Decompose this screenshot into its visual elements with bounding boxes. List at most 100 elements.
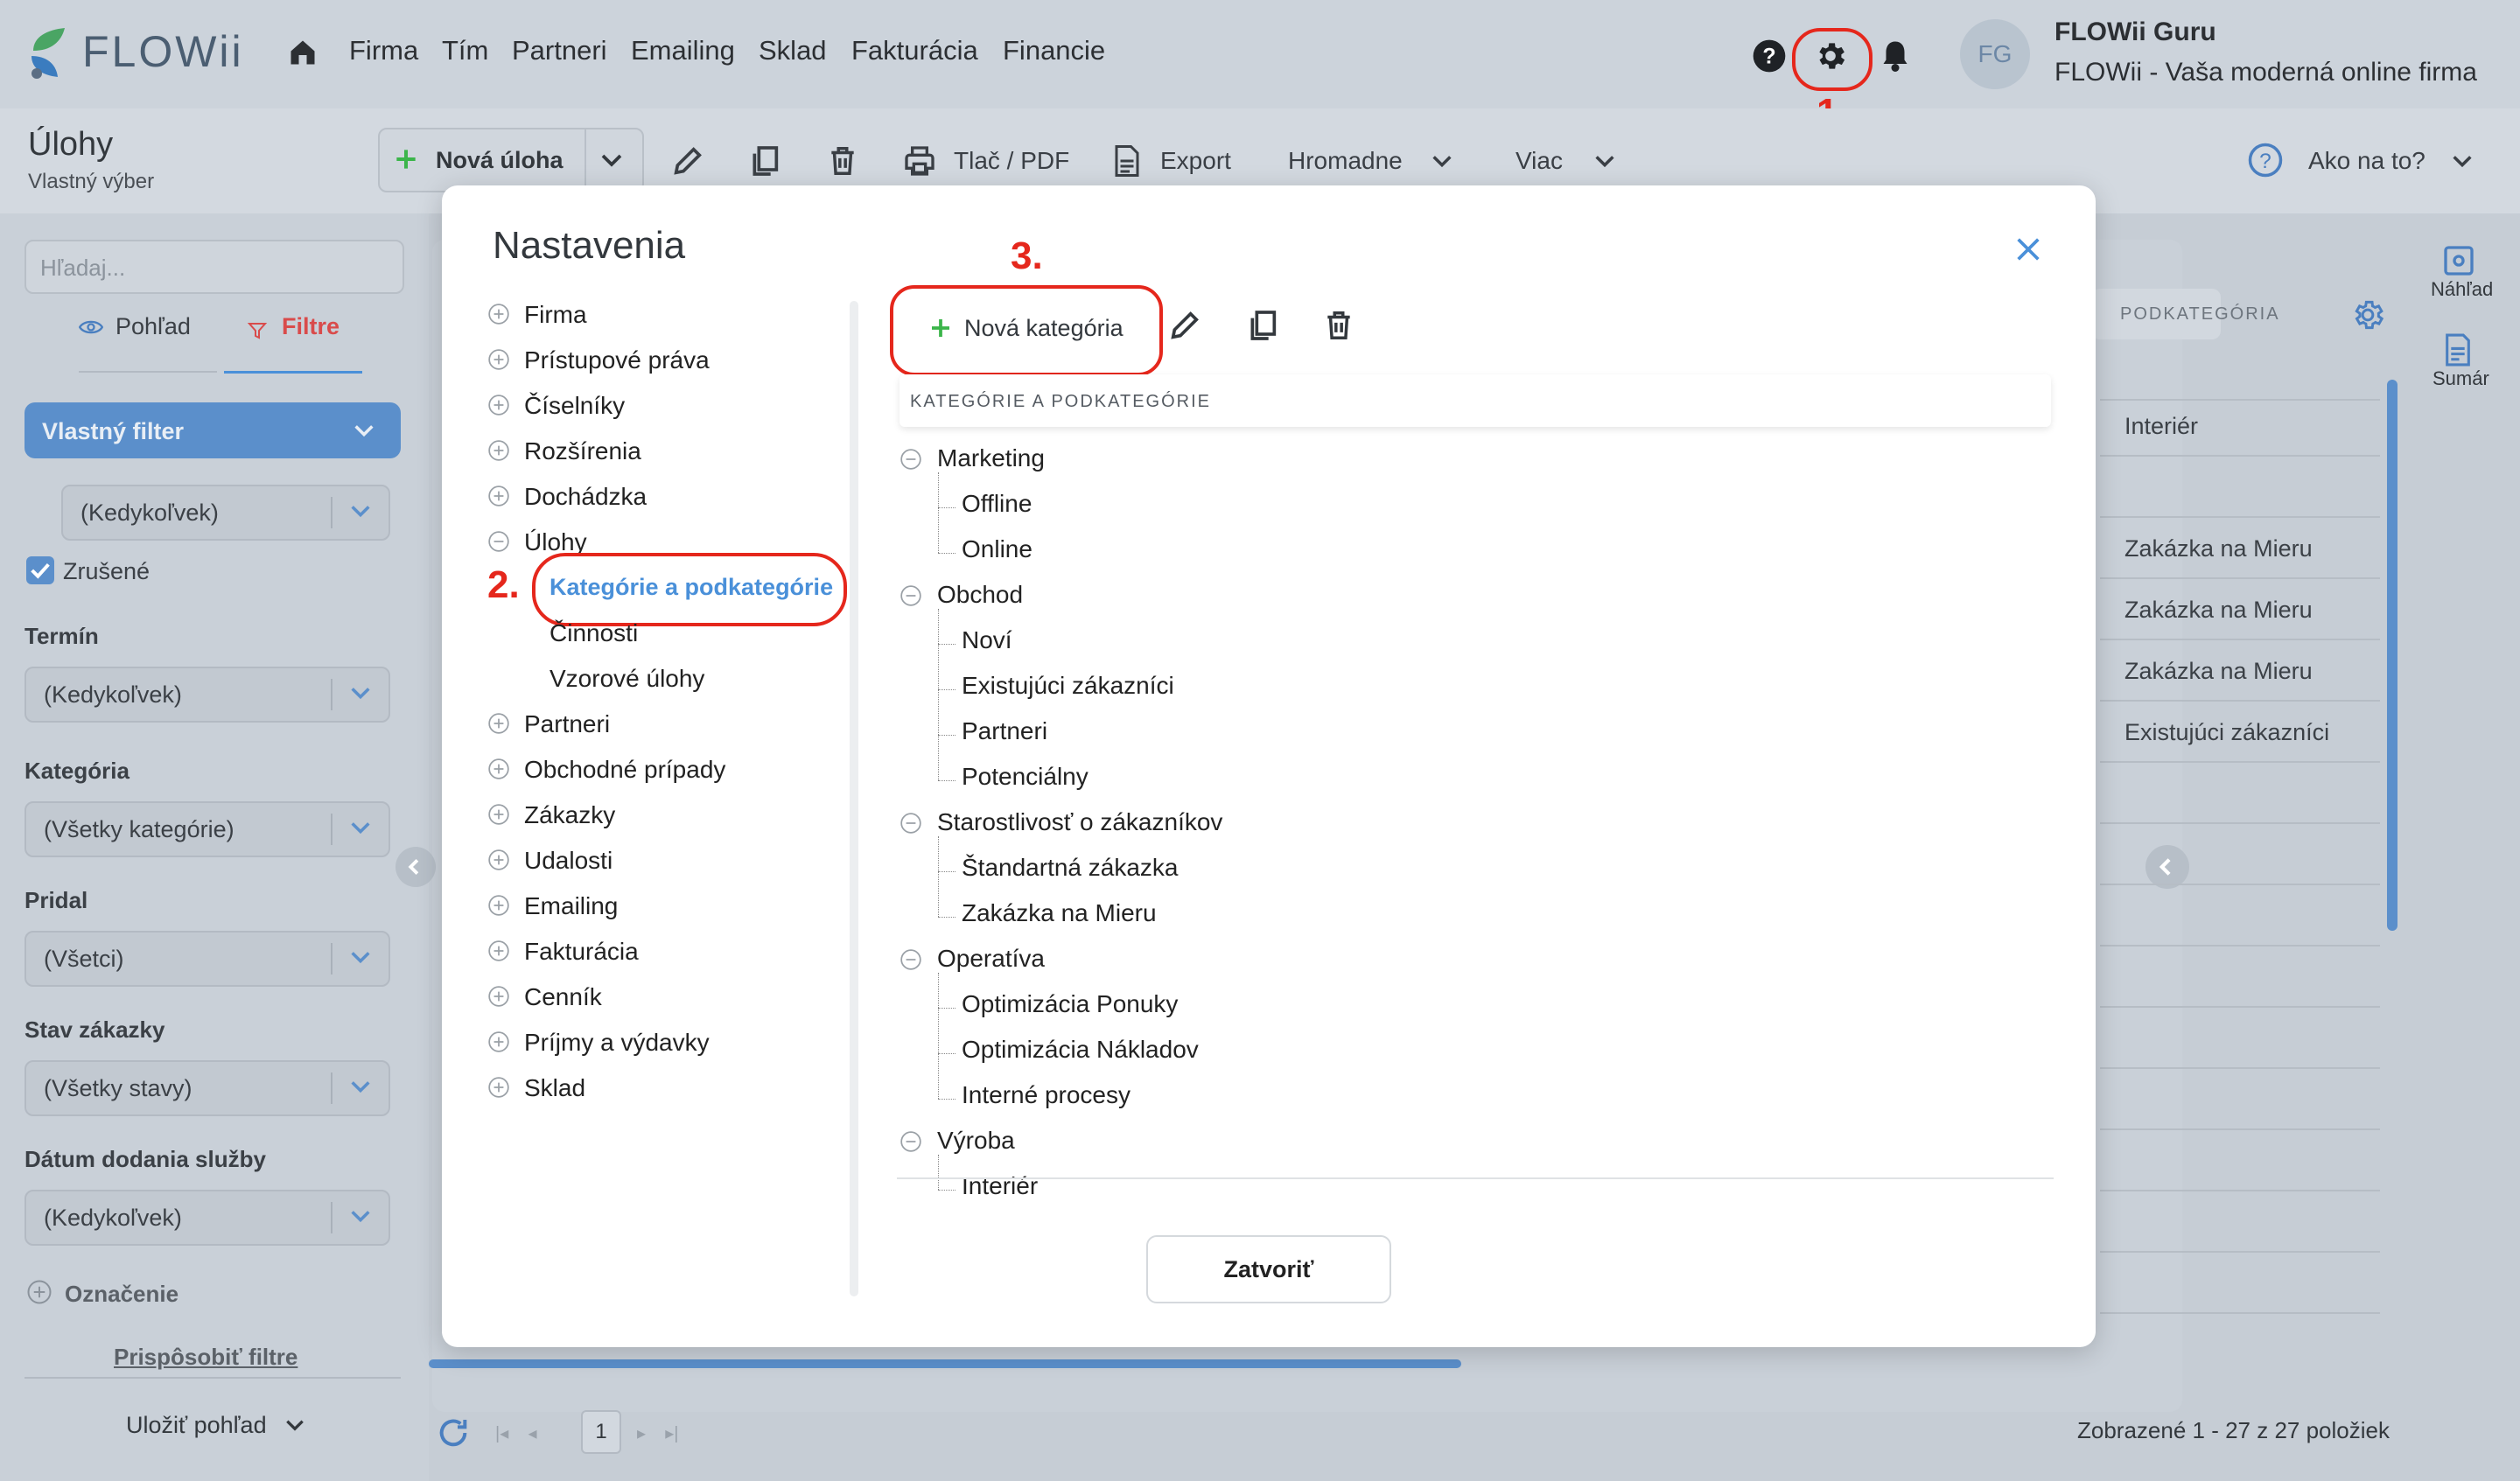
settings-submenu-item[interactable]: Vzorové úlohy <box>550 665 704 693</box>
plus-circle-icon[interactable] <box>487 303 510 325</box>
nav-link-3[interactable]: Partneri <box>512 35 607 66</box>
category-node[interactable]: Operatíva <box>937 945 1045 973</box>
custom-filter-dropdown[interactable]: Vlastný filter <box>24 402 401 458</box>
close-icon[interactable] <box>2013 234 2043 264</box>
column-header-subcategory[interactable]: PODKATEGÓRIA <box>2120 304 2280 325</box>
document-icon[interactable] <box>1111 143 1143 178</box>
plus-circle-icon[interactable] <box>487 394 510 416</box>
grid-cell-subcategory[interactable]: Zakázka na Mieru <box>2124 597 2313 624</box>
settings-submenu-item[interactable]: Činnosti <box>550 619 638 647</box>
edit-icon[interactable] <box>670 143 705 178</box>
company-name[interactable]: FLOWii - Vaša moderná online firma <box>2054 58 2477 87</box>
grid-cell-subcategory[interactable]: Zakázka na Mieru <box>2124 535 2313 562</box>
save-view-button[interactable]: Uložiť pohľad <box>126 1412 267 1439</box>
time-select[interactable]: (Kedykoľvek) <box>61 485 390 541</box>
nav-link-6[interactable]: Fakturácia <box>851 35 978 66</box>
subcategory-node[interactable]: Potenciálny <box>962 763 1088 791</box>
nav-link-1[interactable]: Firma <box>349 35 418 66</box>
term-select[interactable]: (Kedykoľvek) <box>24 667 390 723</box>
plus-circle-icon[interactable] <box>26 1279 52 1305</box>
added-by-select[interactable]: (Všetci) <box>24 931 390 987</box>
plus-circle-icon[interactable] <box>487 1030 510 1053</box>
subcategory-node[interactable]: Offline <box>962 490 1032 518</box>
trash-icon[interactable] <box>826 143 859 178</box>
user-name[interactable]: FLOWii Guru <box>2054 17 2216 47</box>
copy-icon[interactable] <box>1245 308 1280 343</box>
chevron-down-icon[interactable] <box>598 149 625 171</box>
preview-icon[interactable] <box>2441 243 2476 278</box>
plus-circle-icon[interactable] <box>487 712 510 735</box>
marking-label[interactable]: Označenie <box>65 1281 178 1308</box>
question-circle-icon[interactable]: ? <box>2247 142 2284 178</box>
chevron-down-icon[interactable] <box>1430 150 1454 171</box>
grid-cell-subcategory[interactable]: Zakázka na Mieru <box>2124 658 2313 685</box>
settings-gear-icon[interactable] <box>2350 297 2385 332</box>
subcategory-node[interactable]: Noví <box>962 626 1012 654</box>
tab-view[interactable]: Pohľad <box>70 313 214 339</box>
collapse-minus-icon[interactable] <box>900 948 922 971</box>
flowii-logo-icon[interactable] <box>26 24 72 80</box>
summary-label[interactable]: Sumár <box>2432 367 2489 390</box>
plus-circle-icon[interactable] <box>487 439 510 462</box>
edit-icon[interactable] <box>1167 308 1202 343</box>
copy-icon[interactable] <box>747 143 782 178</box>
subcategory-node[interactable]: Optimizácia Ponuky <box>962 990 1178 1018</box>
collapse-minus-icon[interactable] <box>900 812 922 835</box>
collapse-minus-icon[interactable] <box>900 1130 922 1153</box>
help-icon[interactable]: ? <box>1752 38 1787 73</box>
new-task-button[interactable]: Nová úloha <box>378 128 644 192</box>
minus-circle-icon[interactable] <box>487 530 510 553</box>
category-node[interactable]: Marketing <box>937 444 1045 472</box>
grid-cell-subcategory[interactable]: Interiér <box>2124 413 2198 440</box>
summary-icon[interactable] <box>2441 332 2474 367</box>
plus-circle-icon[interactable] <box>487 485 510 507</box>
plus-circle-icon[interactable] <box>487 849 510 871</box>
category-select[interactable]: (Všetky kategórie) <box>24 801 390 857</box>
printer-icon[interactable] <box>901 143 938 178</box>
collapse-minus-icon[interactable] <box>900 584 922 607</box>
order-state-select[interactable]: (Všetky stavy) <box>24 1060 390 1116</box>
print-pdf-button[interactable]: Tlač / PDF <box>954 147 1069 175</box>
nav-link-2[interactable]: Tím <box>442 35 488 66</box>
plus-circle-icon[interactable] <box>487 348 510 371</box>
chevron-down-icon[interactable] <box>284 1415 306 1435</box>
subcategory-node[interactable]: Interiér <box>962 1172 1038 1200</box>
close-modal-button[interactable]: Zatvoriť <box>1146 1235 1391 1303</box>
subcategory-node[interactable]: Partneri <box>962 717 1047 745</box>
subcategory-node[interactable]: Online <box>962 535 1032 563</box>
plus-circle-icon[interactable] <box>487 1076 510 1099</box>
trash-icon[interactable] <box>1322 308 1355 343</box>
subcategory-node[interactable]: Existujúci zákazníci <box>962 672 1174 700</box>
home-icon[interactable] <box>287 37 318 68</box>
customize-filters-link[interactable]: Prispôsobiť filtre <box>114 1344 298 1371</box>
category-node[interactable]: Starostlivosť o zákazníkov <box>937 808 1222 836</box>
category-node[interactable]: Výroba <box>937 1127 1015 1155</box>
horizontal-scrollbar[interactable] <box>429 1359 1461 1368</box>
page-number[interactable]: 1 <box>581 1410 621 1454</box>
more-button[interactable]: Viac <box>1516 147 1563 175</box>
avatar[interactable]: FG <box>1960 19 2030 89</box>
preview-label[interactable]: Náhľad <box>2431 278 2493 301</box>
plus-circle-icon[interactable] <box>487 758 510 780</box>
plus-circle-icon[interactable] <box>487 985 510 1008</box>
category-node[interactable]: Obchod <box>937 581 1023 609</box>
how-to-button[interactable]: Ako na to? <box>2308 147 2426 175</box>
nav-link-5[interactable]: Sklad <box>759 35 827 66</box>
scroll-left-button[interactable] <box>396 847 436 887</box>
subcategory-node[interactable]: Optimizácia Nákladov <box>962 1036 1199 1064</box>
subcategory-node[interactable]: Štandartná zákazka <box>962 854 1179 882</box>
nav-link-4[interactable]: Emailing <box>631 35 735 66</box>
search-input[interactable]: Hľadaj... <box>24 240 404 294</box>
delivery-date-select[interactable]: (Kedykoľvek) <box>24 1190 390 1246</box>
chevron-down-icon[interactable] <box>2450 150 2474 171</box>
chevron-down-icon[interactable] <box>1592 150 1617 171</box>
plus-circle-icon[interactable] <box>487 894 510 917</box>
export-button[interactable]: Export <box>1160 147 1231 175</box>
bulk-button[interactable]: Hromadne <box>1288 147 1403 175</box>
menu-scrollbar[interactable] <box>850 301 858 1296</box>
subcategory-node[interactable]: Zakázka na Mieru <box>962 899 1157 927</box>
refresh-icon[interactable] <box>436 1415 471 1450</box>
plus-circle-icon[interactable] <box>487 803 510 826</box>
pager-arrows-next[interactable]: ▸ ▸| <box>637 1422 679 1444</box>
plus-circle-icon[interactable] <box>487 940 510 962</box>
